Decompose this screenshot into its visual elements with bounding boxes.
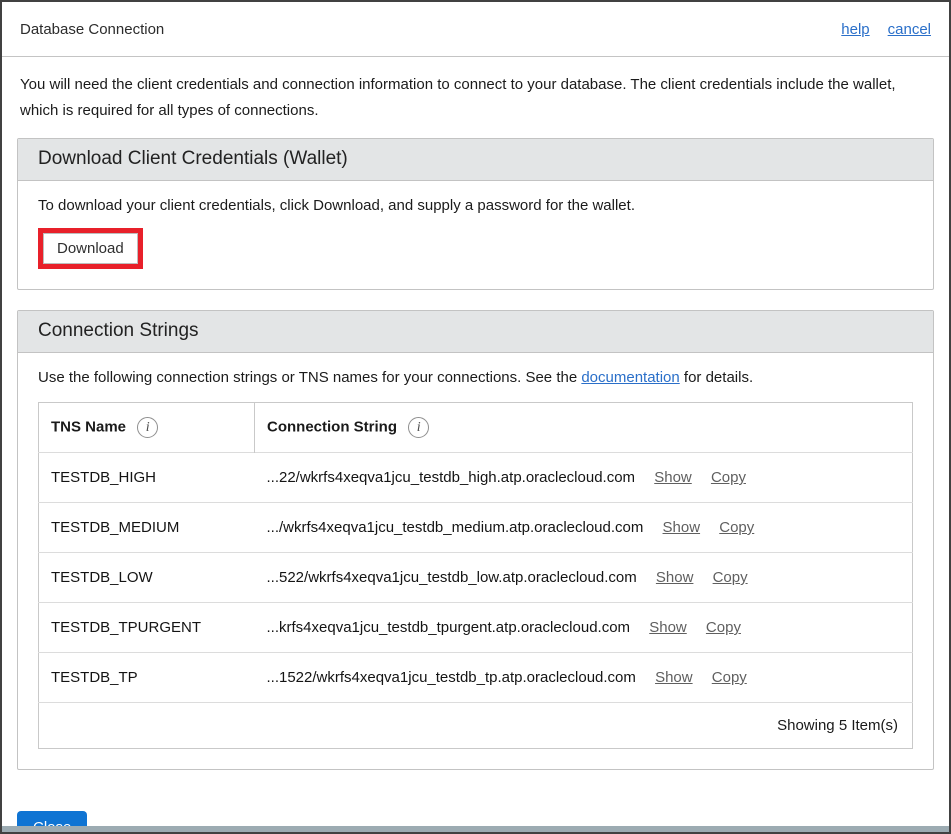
wallet-section: Download Client Credentials (Wallet) To … [17, 138, 934, 290]
intro-text: You will need the client credentials and… [2, 57, 949, 138]
connection-string-value: ...22/wkrfs4xeqva1jcu_testdb_high.atp.or… [267, 469, 636, 486]
table-row: TESTDB_TPURGENT ...krfs4xeqva1jcu_testdb… [39, 603, 913, 653]
download-button[interactable]: Download [43, 233, 138, 264]
dialog-title: Database Connection [20, 21, 164, 38]
red-highlight-annotation: Download [38, 228, 143, 269]
show-link[interactable]: Show [654, 469, 692, 486]
tns-name-cell: TESTDB_TP [39, 653, 255, 703]
connection-string-value: .../wkrfs4xeqva1jcu_testdb_medium.atp.or… [267, 519, 644, 536]
description-prefix: Use the following connection strings or … [38, 369, 581, 386]
connection-strings-title: Connection Strings [18, 311, 933, 353]
copy-link[interactable]: Copy [706, 619, 741, 636]
documentation-link[interactable]: documentation [581, 369, 679, 386]
show-link[interactable]: Show [649, 619, 687, 636]
header-links: help cancel [841, 21, 931, 38]
tns-name-header-label: TNS Name [51, 418, 126, 435]
tns-name-cell: TESTDB_HIGH [39, 453, 255, 503]
wallet-section-title: Download Client Credentials (Wallet) [18, 139, 933, 181]
database-connection-dialog: Database Connection help cancel You will… [0, 0, 951, 834]
show-link[interactable]: Show [655, 669, 693, 686]
table-row: TESTDB_LOW ...522/wkrfs4xeqva1jcu_testdb… [39, 553, 913, 603]
tns-name-cell: TESTDB_TPURGENT [39, 603, 255, 653]
info-icon[interactable]: i [408, 417, 429, 438]
window-bottom-shadow [2, 826, 949, 832]
connection-string-cell: ...krfs4xeqva1jcu_testdb_tpurgent.atp.or… [255, 603, 913, 653]
connection-string-header-label: Connection String [267, 418, 397, 435]
tns-name-cell: TESTDB_LOW [39, 553, 255, 603]
connection-strings-description: Use the following connection strings or … [38, 369, 913, 386]
copy-link[interactable]: Copy [719, 519, 754, 536]
table-row: TESTDB_MEDIUM .../wkrfs4xeqva1jcu_testdb… [39, 503, 913, 553]
table-header-row: TNS Name i Connection String i [39, 403, 913, 453]
connection-strings-table: TNS Name i Connection String i TESTDB_HI… [38, 402, 913, 749]
connection-strings-section: Connection Strings Use the following con… [17, 310, 934, 770]
connection-strings-body: Use the following connection strings or … [18, 353, 933, 769]
connection-string-value: ...krfs4xeqva1jcu_testdb_tpurgent.atp.or… [267, 619, 631, 636]
table-row: TESTDB_HIGH ...22/wkrfs4xeqva1jcu_testdb… [39, 453, 913, 503]
connection-string-cell: ...1522/wkrfs4xeqva1jcu_testdb_tp.atp.or… [255, 653, 913, 703]
wallet-description: To download your client credentials, cli… [38, 197, 913, 214]
help-link[interactable]: help [841, 21, 869, 38]
dialog-header: Database Connection help cancel [2, 2, 949, 57]
connection-string-cell: ...22/wkrfs4xeqva1jcu_testdb_high.atp.or… [255, 453, 913, 503]
copy-link[interactable]: Copy [711, 469, 746, 486]
copy-link[interactable]: Copy [713, 569, 748, 586]
wallet-section-body: To download your client credentials, cli… [18, 181, 933, 289]
connection-string-value: ...1522/wkrfs4xeqva1jcu_testdb_tp.atp.or… [267, 669, 636, 686]
cancel-link[interactable]: cancel [888, 21, 931, 38]
show-link[interactable]: Show [656, 569, 694, 586]
connection-string-value: ...522/wkrfs4xeqva1jcu_testdb_low.atp.or… [267, 569, 637, 586]
description-suffix: for details. [680, 369, 753, 386]
connection-string-column-header: Connection String i [255, 403, 913, 453]
connection-string-cell: ...522/wkrfs4xeqva1jcu_testdb_low.atp.or… [255, 553, 913, 603]
tns-name-column-header: TNS Name i [39, 403, 255, 453]
info-icon[interactable]: i [137, 417, 158, 438]
show-link[interactable]: Show [663, 519, 701, 536]
copy-link[interactable]: Copy [712, 669, 747, 686]
items-count-label: Showing 5 Item(s) [39, 703, 913, 749]
table-row: TESTDB_TP ...1522/wkrfs4xeqva1jcu_testdb… [39, 653, 913, 703]
tns-name-cell: TESTDB_MEDIUM [39, 503, 255, 553]
table-footer-row: Showing 5 Item(s) [39, 703, 913, 749]
connection-string-cell: .../wkrfs4xeqva1jcu_testdb_medium.atp.or… [255, 503, 913, 553]
